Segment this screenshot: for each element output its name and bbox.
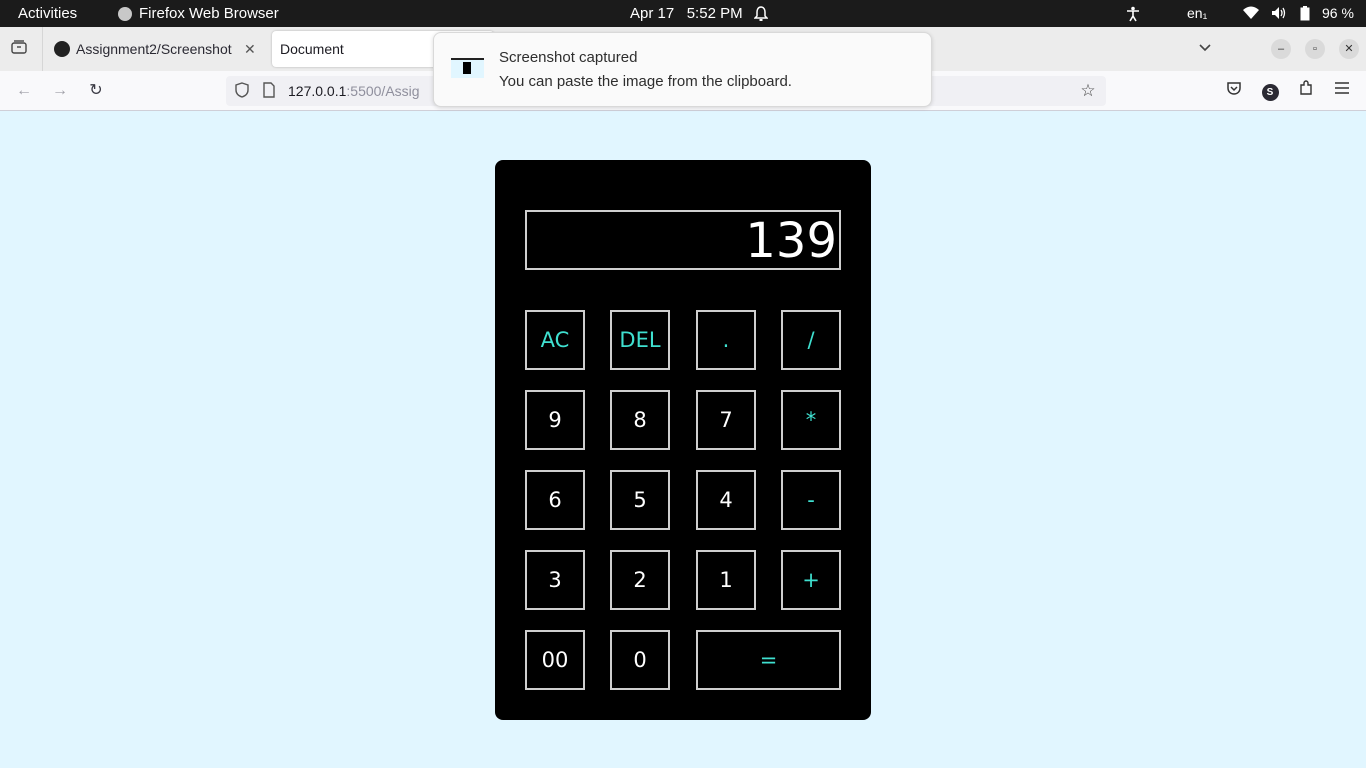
key-all-clear[interactable]: AC bbox=[525, 310, 585, 370]
key-8[interactable]: 8 bbox=[610, 390, 670, 450]
key-0[interactable]: 0 bbox=[610, 630, 670, 690]
screenshot-notification[interactable]: Screenshot captured You can paste the im… bbox=[433, 32, 932, 107]
key-1[interactable]: 1 bbox=[696, 550, 756, 610]
tab-title: Document bbox=[280, 41, 344, 57]
calculator-display: 139 bbox=[525, 210, 841, 270]
list-all-tabs-icon[interactable] bbox=[1196, 39, 1214, 57]
extensions-icon[interactable] bbox=[1295, 80, 1317, 102]
date: Apr 17 bbox=[630, 5, 675, 22]
close-window-icon[interactable]: ✕ bbox=[1339, 39, 1359, 59]
notification-body: You can paste the image from the clipboa… bbox=[499, 73, 792, 90]
maximize-window-icon[interactable]: ▫ bbox=[1305, 39, 1325, 59]
key-5[interactable]: 5 bbox=[610, 470, 670, 530]
key-multiply[interactable]: * bbox=[781, 390, 841, 450]
key-double-zero[interactable]: 00 bbox=[525, 630, 585, 690]
url-path: :5500/Assig bbox=[346, 83, 420, 99]
display-value: 139 bbox=[745, 213, 837, 269]
minimize-window-icon[interactable]: – bbox=[1271, 39, 1291, 59]
battery-percent: 96 % bbox=[1322, 5, 1354, 21]
url-host: 127.0.0.1 bbox=[288, 83, 347, 99]
key-decimal[interactable]: . bbox=[696, 310, 756, 370]
firefox-view-icon[interactable] bbox=[8, 39, 30, 59]
forward-icon[interactable]: → bbox=[49, 80, 71, 102]
bookmark-star-icon[interactable]: ☆ bbox=[1078, 81, 1098, 101]
battery-icon bbox=[1300, 0, 1310, 27]
time: 5:52 PM bbox=[686, 5, 743, 22]
key-delete[interactable]: DEL bbox=[610, 310, 670, 370]
app-menu[interactable]: Firefox Web Browser bbox=[118, 0, 279, 27]
tracking-protection-shield-icon[interactable] bbox=[234, 82, 250, 100]
key-add[interactable]: + bbox=[781, 550, 841, 610]
wifi-icon bbox=[1243, 0, 1259, 27]
reload-icon[interactable]: ↻ bbox=[85, 80, 107, 102]
hamburger-menu-icon[interactable] bbox=[1331, 80, 1353, 102]
clock[interactable]: Apr 17 5:52 PM bbox=[630, 0, 743, 27]
pocket-icon[interactable] bbox=[1223, 80, 1245, 102]
volume-icon bbox=[1271, 0, 1287, 27]
keyboard-layout: en₁ bbox=[1187, 5, 1208, 21]
back-icon[interactable]: ← bbox=[13, 80, 35, 102]
url-text[interactable]: 127.0.0.1:5500/Assig bbox=[288, 76, 420, 106]
key-subtract[interactable]: - bbox=[781, 470, 841, 530]
tab-assignment2[interactable]: Assignment2/Screenshot ✕ bbox=[48, 31, 266, 67]
key-equals[interactable]: = bbox=[696, 630, 841, 690]
key-6[interactable]: 6 bbox=[525, 470, 585, 530]
key-7[interactable]: 7 bbox=[696, 390, 756, 450]
notification-bell-icon bbox=[753, 0, 770, 27]
github-icon bbox=[54, 41, 70, 57]
account-avatar-icon[interactable]: S bbox=[1259, 80, 1281, 102]
tab-title: Assignment2/Screenshot bbox=[76, 41, 232, 57]
key-4[interactable]: 4 bbox=[696, 470, 756, 530]
system-tray[interactable]: en₁ 96 % bbox=[1126, 0, 1366, 27]
firefox-icon bbox=[118, 6, 132, 21]
system-top-bar: Activities Firefox Web Browser Apr 17 5:… bbox=[0, 0, 1366, 27]
close-tab-icon[interactable]: ✕ bbox=[244, 41, 256, 58]
page-info-icon[interactable] bbox=[262, 82, 276, 100]
app-name: Firefox Web Browser bbox=[139, 5, 279, 22]
key-2[interactable]: 2 bbox=[610, 550, 670, 610]
key-3[interactable]: 3 bbox=[525, 550, 585, 610]
notification-title: Screenshot captured bbox=[499, 49, 638, 66]
activities-button[interactable]: Activities bbox=[18, 0, 77, 27]
key-9[interactable]: 9 bbox=[525, 390, 585, 450]
calculator: 139 AC DEL . / 9 8 7 * 6 5 4 - 3 2 1 + 0… bbox=[495, 160, 871, 720]
tab-separator bbox=[42, 27, 43, 71]
accessibility-icon bbox=[1126, 0, 1140, 27]
screenshot-thumbnail-icon bbox=[451, 58, 484, 78]
key-divide[interactable]: / bbox=[781, 310, 841, 370]
